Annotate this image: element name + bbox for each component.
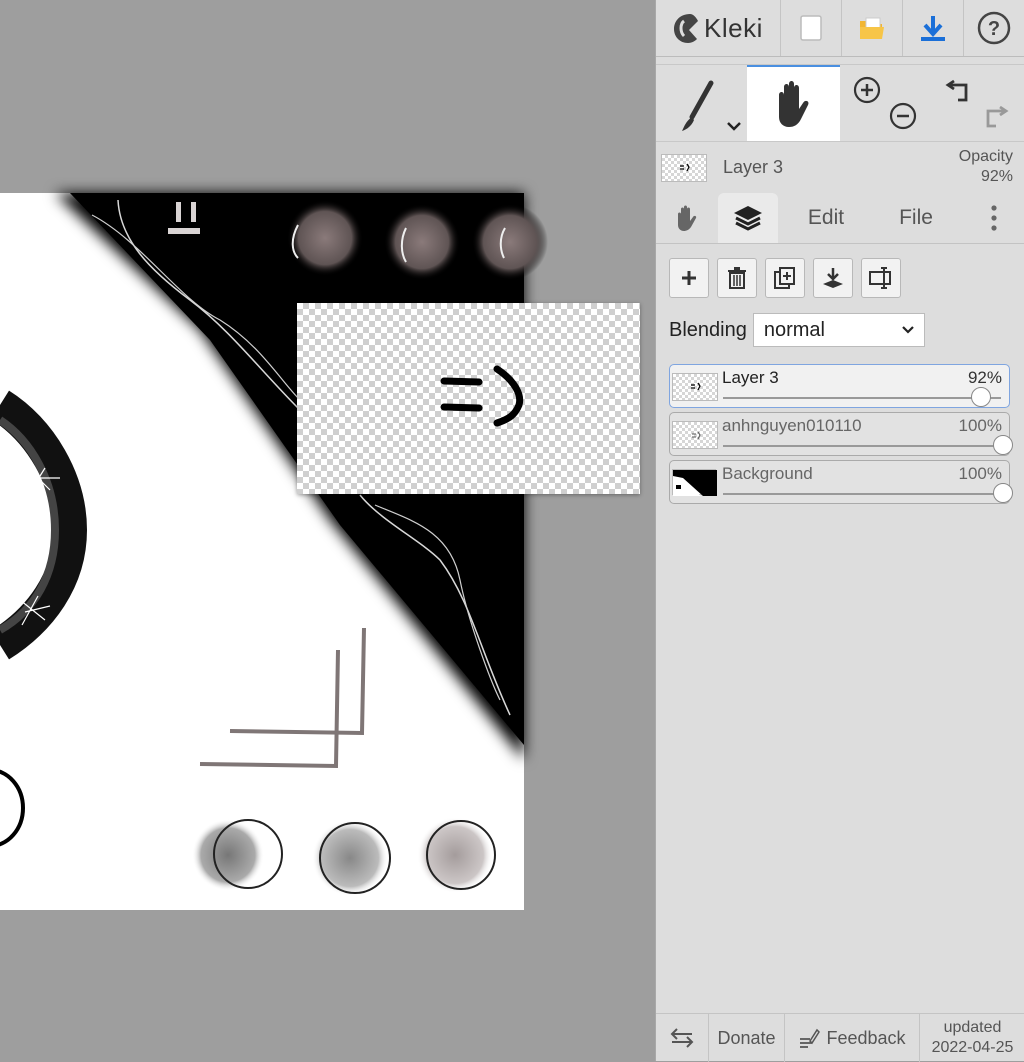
zoom-out-icon[interactable]	[888, 101, 918, 131]
feedback-button[interactable]: Feedback	[785, 1014, 920, 1062]
trash-icon	[728, 267, 746, 289]
top-toolbar: Kleki ?	[656, 0, 1024, 57]
layer-opacity: 92%	[967, 368, 1002, 387]
current-layer-info: Layer 3 Opacity 92%	[656, 141, 1024, 193]
kleki-logo[interactable]: Kleki	[672, 10, 763, 46]
blending-label: Blending	[669, 318, 747, 341]
current-layer-thumbnail	[661, 154, 707, 182]
layer-opacity: 100%	[958, 416, 1002, 435]
donate-button[interactable]: Donate	[709, 1014, 785, 1062]
layer-name: Layer 3	[722, 368, 779, 387]
more-vertical-icon	[991, 205, 997, 231]
merge-down-icon	[823, 268, 843, 288]
chevron-down-icon[interactable]	[726, 121, 742, 133]
opacity-slider-handle[interactable]	[993, 483, 1013, 503]
layer-item-layer-3[interactable]: Layer 3 92%	[669, 364, 1010, 408]
opacity-slider[interactable]	[723, 397, 1001, 399]
canvas-workspace[interactable]	[0, 0, 655, 1061]
save-image-button[interactable]	[902, 0, 963, 56]
tab-layers[interactable]	[718, 193, 778, 243]
redo-icon[interactable]	[980, 101, 1010, 131]
panel-tabs: Edit File	[656, 193, 1024, 244]
svg-text:?: ?	[988, 18, 1000, 40]
opacity-label: Opacity	[958, 148, 1013, 165]
opacity-slider[interactable]	[723, 445, 1001, 447]
open-image-button[interactable]	[841, 0, 902, 56]
hand-tool-button[interactable]	[747, 65, 840, 141]
blending-value: normal	[763, 318, 825, 341]
layer-thumbnail	[672, 421, 718, 449]
new-page-icon	[800, 15, 822, 41]
drawing-canvas[interactable]	[0, 0, 655, 1061]
updated-label: updated	[943, 1019, 1002, 1036]
updated-date: 2022-04-25	[931, 1039, 1014, 1056]
opacity-slider[interactable]	[723, 493, 1001, 495]
opacity-slider-handle[interactable]	[970, 387, 991, 407]
blending-row: Blending normal	[669, 312, 925, 348]
current-layer-name: Layer 3	[723, 157, 784, 177]
kleki-logo-icon	[674, 14, 698, 43]
duplicate-icon	[774, 267, 795, 289]
undo-redo-buttons	[930, 65, 1024, 141]
hand-icon	[779, 81, 809, 127]
zoom-in-icon[interactable]	[852, 75, 882, 105]
feedback-label: Feedback	[826, 1027, 906, 1048]
tab-file[interactable]: File	[872, 193, 960, 243]
zoom-buttons	[840, 65, 930, 141]
hand-icon	[678, 205, 697, 231]
footer-bar: Donate Feedback updated 2022-04-25	[656, 1013, 1024, 1062]
blending-select[interactable]: normal	[752, 313, 925, 347]
layer-item-anhnguyen010110[interactable]: anhnguyen010110 100%	[669, 412, 1013, 456]
folder-icon	[860, 17, 884, 39]
layer-name: anhnguyen010110	[722, 416, 862, 435]
opacity-value: 92%	[980, 168, 1013, 185]
plus-icon	[682, 271, 696, 285]
layers-icon	[734, 206, 762, 231]
layer-thumbnail	[672, 469, 717, 496]
add-layer-button[interactable]	[669, 258, 709, 298]
chevron-down-icon	[902, 326, 914, 334]
layer-opacity: 100%	[958, 464, 1002, 483]
swap-icon	[670, 1028, 694, 1048]
delete-layer-button[interactable]	[717, 258, 757, 298]
rename-icon	[869, 267, 891, 289]
feedback-icon	[800, 1028, 821, 1048]
download-icon	[921, 16, 945, 41]
current-layer-opacity[interactable]: Opacity 92%	[959, 147, 1013, 187]
more-menu-button[interactable]	[976, 193, 1012, 243]
rename-layer-button[interactable]	[861, 258, 901, 298]
tab-edit[interactable]: Edit	[782, 193, 870, 243]
layer-name: Background	[722, 464, 813, 483]
new-image-button[interactable]	[780, 0, 841, 56]
tool-row	[656, 64, 1024, 142]
updated-info: updated 2022-04-25	[920, 1018, 1024, 1058]
undo-icon[interactable]	[944, 75, 974, 105]
sidebar-panel: Kleki ? Layer 3 Opacity 92% Edit File Bl…	[655, 0, 1024, 1062]
app-title: Kleki	[704, 12, 763, 43]
swap-sides-button[interactable]	[656, 1014, 709, 1062]
layer-thumbnail	[672, 373, 718, 401]
brush-tool-button[interactable]	[656, 65, 747, 141]
tab-hand[interactable]	[660, 193, 716, 243]
help-button[interactable]: ?	[963, 0, 1024, 56]
duplicate-layer-button[interactable]	[765, 258, 805, 298]
merge-down-button[interactable]	[813, 258, 853, 298]
opacity-slider-handle[interactable]	[993, 435, 1013, 455]
help-icon: ?	[977, 11, 1011, 45]
layer-item-background[interactable]: Background 100%	[669, 460, 1013, 504]
layer-preview-popup	[297, 303, 640, 494]
